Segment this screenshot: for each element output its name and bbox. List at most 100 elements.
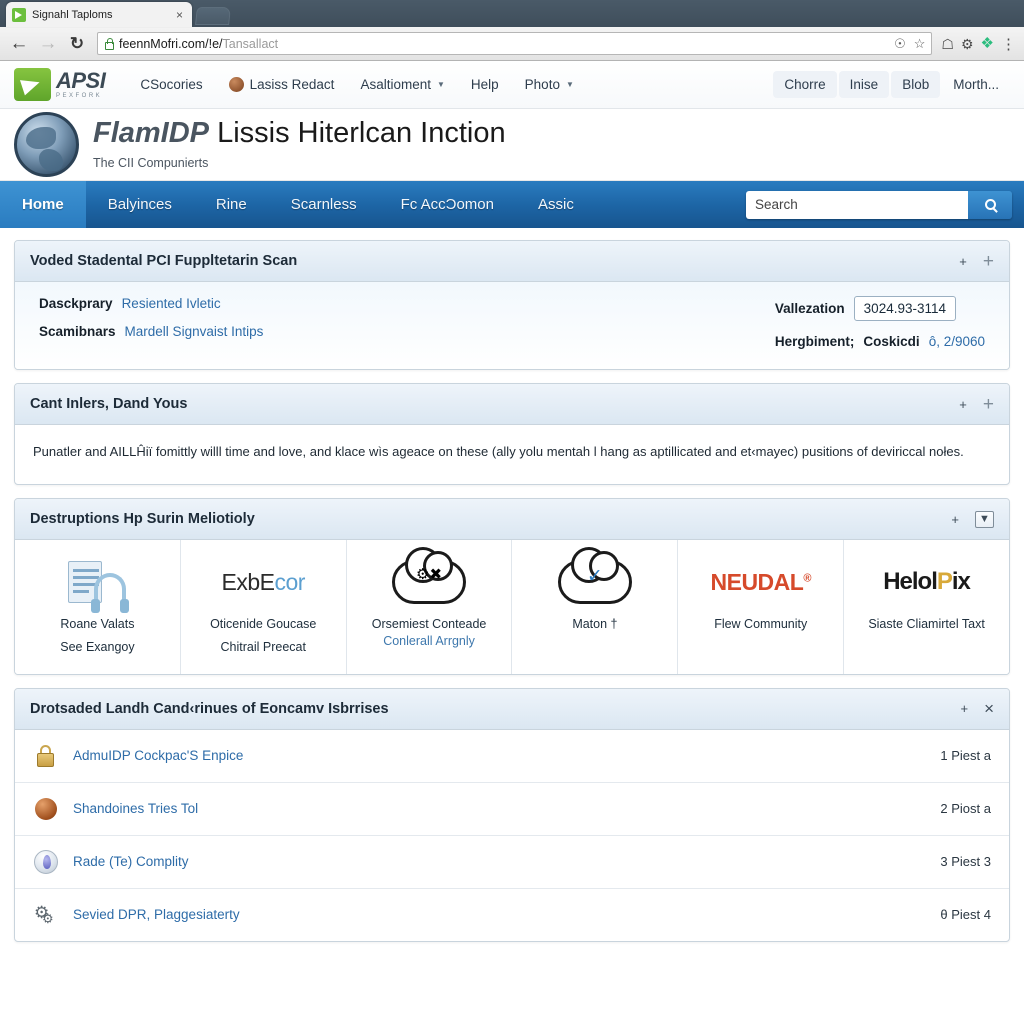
firefox-icon [33,796,59,822]
nav-item-rine[interactable]: Rine [194,181,269,228]
list-item-label[interactable]: Rade (Te) Complity [73,854,189,869]
chevron-down-icon: ▼ [436,80,445,89]
wordmark-text: NEUDAL® [710,568,812,595]
field-label: Vallezation [774,301,845,316]
page-content: Voded Stadental PCI Fuppltetarin Scan + … [0,228,1024,942]
panel-header: Destruptions Hp Surin Meliotioly + ▼ [15,499,1009,541]
address-bar[interactable]: feennMofri.com/!e/Tansallact ☉ ☆ [97,32,933,55]
field-label: Scamibnars [39,324,116,339]
check-badge-icon: ✓ [586,566,603,588]
panel-notes: Cant Inlers, Dand Yous + + Punatler and … [14,383,1010,486]
nav-item-fc-accomon[interactable]: Fc AccƆomon [379,181,516,228]
topnav-item-csocories[interactable]: CSocories [127,77,215,92]
list-item[interactable]: ⚙ ⚙ Sevied DPR, Plaggesiaterty θ Piest 4 [15,889,1009,941]
close-tab-icon[interactable]: × [173,9,186,21]
panel-title: Destruptions Hp Surin Meliotioly [30,511,255,528]
cloud-gears-icon: ⚙✖ [392,547,467,610]
list-item-label[interactable]: AdmuIDP Cockpac'S Enpice [73,748,243,763]
close-icon[interactable]: × [984,700,994,717]
partner-caption-1: Siaste Cliamirtel Taxt [868,617,985,632]
panel-add-icon[interactable]: + [960,702,968,715]
search-input[interactable] [746,190,968,219]
search-button[interactable] [968,190,1012,219]
partner-cell-4[interactable]: ✓ Maton † [512,540,679,674]
partner-caption-1: Maton † [572,617,618,632]
notes-text: Punatler and AILLĤiï fomittly willl time… [33,444,964,459]
summary-right-column: Vallezation 3024.93-3114 Hergbiment; Cos… [775,296,985,349]
panel-header: Voded Stadental PCI Fuppltetarin Scan + … [15,241,1009,282]
star-outline-icon[interactable]: ☉ [894,37,906,50]
partner-caption-2: Conlerall Arrgnly [383,634,475,649]
nav-item-balyinces[interactable]: Balyinces [86,181,194,228]
list-item-label[interactable]: Shandoines Tries Tol [73,801,198,816]
home-icon[interactable]: ☖ [941,37,954,51]
topnav-right-group: Chorre Inise Blob Morth... [773,71,1010,98]
gears-badge-icon: ⚙✖ [416,566,443,584]
panel-body: Punatler and AILLĤiï fomittly willl time… [15,425,1009,484]
menu-icon[interactable]: ⋮ [1001,35,1016,53]
headset-icon [91,573,130,614]
panel-title: Drotsaded Landh Cand‹rinues of Eoncamᴠ I… [30,700,389,717]
new-tab-button[interactable] [195,7,231,25]
vallezation-input[interactable]: 3024.93-3114 [853,296,956,321]
panel-actions: + × [960,700,994,717]
partner-cell-1[interactable]: Roane Valats See Exangoy [15,540,181,674]
partner-caption-2: Chitrail Preecat [220,640,306,655]
field-value[interactable]: Mardell Signvaist Intips [125,324,264,339]
panel-actions: + ▼ [951,510,994,528]
url-text: feennMofri.com/!e/Tansallact [119,36,279,51]
panel-partners: Destruptions Hp Surin Meliotioly + ▼ Roa… [14,498,1010,675]
forward-icon[interactable]: → [37,34,59,53]
list-item[interactable]: Rade (Te) Complity 3 Piest 3 [15,836,1009,889]
partner-cell-6[interactable]: HelolPix Siaste Cliamirtel Taxt [844,540,1009,674]
puzzle-icon[interactable]: ⚙ [961,37,974,51]
list-item-label[interactable]: Sevied DPR, Plaggesiaterty [73,907,240,922]
panel-expand-icon[interactable]: + [983,252,994,271]
helolpix-wordmark: HelolPix [883,554,971,610]
panel-add-icon[interactable]: + [959,255,967,268]
nav-item-scarnless[interactable]: Scarnless [269,181,379,228]
panel-actions: + + [959,252,994,271]
nav-item-assic[interactable]: Assic [516,181,596,228]
topnav-item-photo[interactable]: Photo ▼ [512,77,587,92]
list-item[interactable]: Shandoines Tries Tol 2 Piost a [15,783,1009,836]
topnav-item-help[interactable]: Help [458,77,512,92]
panel-expand-icon[interactable]: + [983,395,994,414]
cloud-icon: ✓ [557,547,632,605]
browser-tab[interactable]: Signahl Taploms × [6,2,192,27]
partner-cell-5[interactable]: NEUDAL® Flew Community [678,540,845,674]
lock-icon [33,743,59,769]
brand-logo[interactable]: APSI PEXFORK [14,68,106,101]
chevron-down-icon: ▼ [565,80,574,89]
partner-caption-1: Flew Community [714,617,808,632]
panel-add-icon[interactable]: + [951,513,959,526]
field-label: Hergbiment; [774,334,855,349]
lock-icon [104,38,114,50]
partner-logo-strip: Roane Valats See Exangoy ExbEcor Oticeni… [15,540,1009,674]
panel-add-icon[interactable]: + [959,398,967,411]
partner-cell-3[interactable]: ⚙✖ Orsemiest Conteade Conlerall Arrgnly [347,540,513,674]
topnav-action-more[interactable]: Morth... [942,71,1010,98]
topnav-action-inise[interactable]: Inise [838,71,890,98]
topnav-action-chorre[interactable]: Chorre [773,71,837,98]
globe-icon [14,112,79,177]
cloud-icon: ⚙✖ [392,547,467,605]
field-value[interactable]: Resiented Ivletic [122,296,221,311]
nav-item-home[interactable]: Home [0,181,86,228]
topnav-label: CSocories [140,77,203,92]
back-icon[interactable]: ← [8,34,30,53]
reload-icon[interactable]: ↻ [66,35,88,52]
topnav-item-lasiss-redact[interactable]: Lasiss Redact [216,77,348,92]
gears-icon: ⚙ ⚙ [34,902,54,926]
topnav-item-asaltioment[interactable]: Asaltioment ▼ [347,77,457,92]
list-item[interactable]: AdmuIDP Cockpac'S Enpice 1 Piest a [15,730,1009,783]
bookmark-star-icon[interactable]: ☆ [914,37,926,50]
extension-icon[interactable]: ❖ [981,36,994,51]
field-hergbiment: Hergbiment; Coskicdi ô, 2/9060 [775,334,985,349]
browser-toolbar: ← → ↻ feennMofri.com/!e/Tansallact ☉ ☆ ☖… [0,27,1024,61]
site-top-navigation: APSI PEXFORK CSocories Lasiss Redact Asa… [0,61,1024,109]
panel-collapse-icon[interactable]: ▼ [975,510,994,528]
topnav-action-blob[interactable]: Blob [891,71,941,98]
field-label: Dasckprary [39,296,113,311]
partner-cell-2[interactable]: ExbEcor Oticenide Goucase Chitrail Preec… [181,540,347,674]
